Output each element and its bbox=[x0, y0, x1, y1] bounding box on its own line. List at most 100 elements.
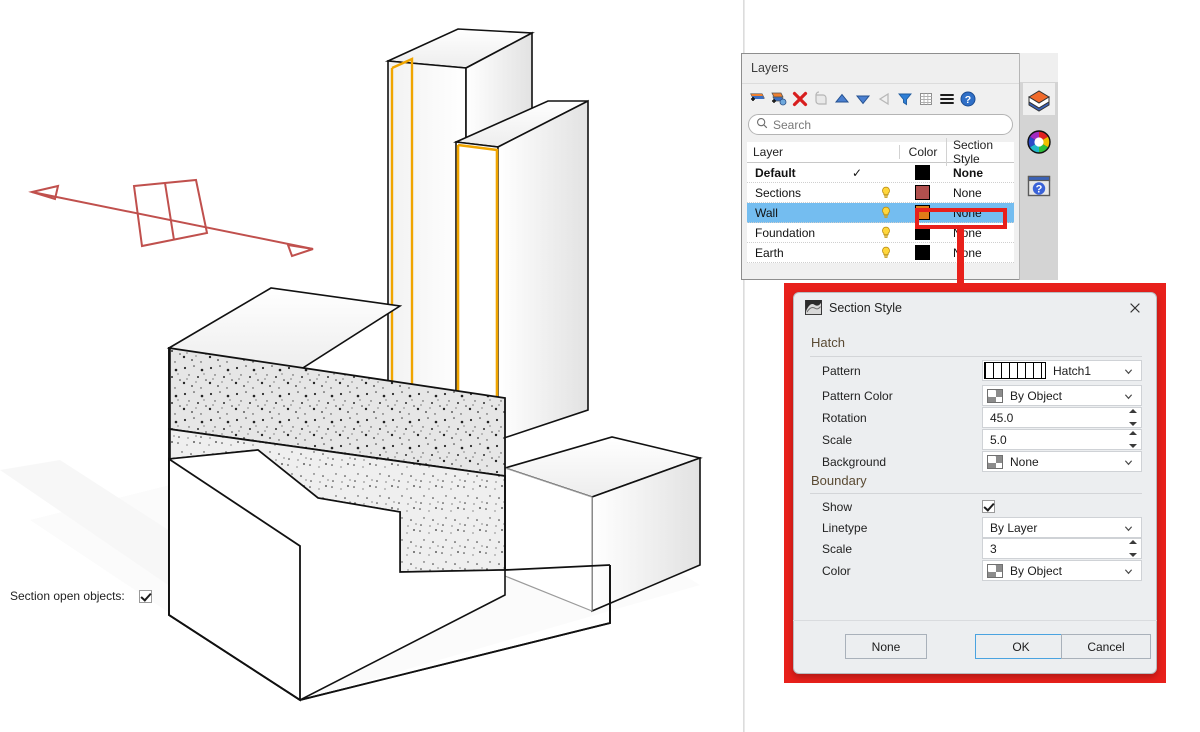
chevron-down-icon bbox=[1124, 390, 1133, 399]
layers-toolbar: ? bbox=[742, 85, 1013, 113]
table-row[interactable]: Sections None bbox=[747, 183, 1014, 203]
section-style-cell[interactable]: None bbox=[946, 166, 1014, 180]
label-rotation: Rotation bbox=[810, 411, 982, 425]
cancel-button[interactable]: Cancel bbox=[1061, 634, 1151, 659]
layer-name-cell[interactable]: Sections bbox=[747, 186, 842, 200]
section-open-objects-label: Section open objects: bbox=[10, 589, 125, 603]
linetype-value: By Layer bbox=[983, 521, 1037, 535]
layer-color-swatch[interactable] bbox=[899, 165, 946, 180]
section-plane-widget bbox=[32, 180, 313, 256]
layer-color-swatch[interactable] bbox=[899, 245, 946, 260]
pattern-color-combo[interactable]: By Object bbox=[982, 385, 1142, 406]
section-title-boundary: Boundary bbox=[811, 473, 867, 488]
label-boundary-scale: Scale bbox=[810, 542, 982, 556]
side-icon-strip: ? bbox=[1019, 82, 1058, 280]
search-input[interactable]: Search bbox=[748, 114, 1013, 135]
chevron-down-icon bbox=[1124, 456, 1133, 465]
layers-tab-icon[interactable] bbox=[1023, 83, 1055, 115]
layer-table-header: Layer Color Section Style bbox=[747, 142, 1014, 163]
pattern-color-value: By Object bbox=[1003, 389, 1062, 403]
rotation-input[interactable]: 45.0 bbox=[982, 407, 1142, 428]
boundary-color-combo[interactable]: By Object bbox=[982, 560, 1142, 581]
visibility-bulb-icon[interactable] bbox=[872, 186, 899, 200]
hatch-scale-value: 5.0 bbox=[983, 433, 1007, 447]
new-sublayer-icon[interactable] bbox=[769, 90, 788, 109]
search-placeholder: Search bbox=[773, 118, 811, 132]
layers-panel: Layers bbox=[741, 53, 1058, 280]
new-layer-icon[interactable] bbox=[748, 90, 767, 109]
close-icon[interactable] bbox=[1124, 297, 1146, 319]
field-row-pattern: Pattern Hatch1 bbox=[810, 360, 1142, 381]
background-value: None bbox=[1003, 455, 1039, 469]
section-open-objects-row: Section open objects: bbox=[10, 587, 350, 605]
visibility-bulb-icon[interactable] bbox=[872, 226, 899, 240]
callout-connector bbox=[957, 229, 964, 285]
column-header-layer[interactable]: Layer bbox=[747, 145, 842, 159]
wall-front bbox=[456, 101, 588, 440]
rotation-value: 45.0 bbox=[983, 411, 1013, 425]
visibility-bulb-icon[interactable] bbox=[872, 246, 899, 260]
color-swatch bbox=[915, 185, 930, 200]
none-button[interactable]: None bbox=[845, 634, 927, 659]
layer-name-cell[interactable]: Wall bbox=[747, 206, 842, 220]
model-drawing bbox=[0, 0, 745, 732]
layer-name-cell[interactable]: Default bbox=[747, 166, 842, 180]
collapse-icon bbox=[874, 90, 893, 109]
pattern-combo[interactable]: Hatch1 bbox=[982, 360, 1142, 381]
color-swatch-icon bbox=[987, 389, 1003, 403]
chevron-down-icon bbox=[1124, 365, 1133, 374]
label-hatch-scale: Scale bbox=[810, 433, 982, 447]
section-open-objects-checkbox[interactable] bbox=[139, 590, 152, 603]
layer-color-swatch[interactable] bbox=[899, 185, 946, 200]
color-wheel-icon[interactable] bbox=[1023, 126, 1055, 158]
field-row-hatch-scale: Scale 5.0 bbox=[810, 429, 1142, 450]
boundary-scale-stepper[interactable] bbox=[1126, 540, 1139, 557]
label-pattern-color: Pattern Color bbox=[810, 389, 982, 403]
rotation-stepper[interactable] bbox=[1126, 409, 1139, 426]
label-show: Show bbox=[810, 500, 982, 514]
dialog-title-bar[interactable]: Section Style bbox=[794, 293, 1156, 323]
current-layer-check[interactable]: ✓ bbox=[842, 166, 872, 180]
linetype-combo[interactable]: By Layer bbox=[982, 517, 1142, 538]
boundary-scale-input[interactable]: 3 bbox=[982, 538, 1142, 559]
3d-model-viewport[interactable] bbox=[0, 0, 745, 732]
show-checkbox[interactable] bbox=[982, 500, 995, 513]
move-down-icon[interactable] bbox=[853, 90, 872, 109]
divider-boundary bbox=[810, 493, 1142, 494]
svg-text:?: ? bbox=[964, 94, 970, 106]
hatch-scale-stepper[interactable] bbox=[1126, 431, 1139, 448]
layer-name-cell[interactable]: Foundation bbox=[747, 226, 842, 240]
field-row-boundary-color: Color By Object bbox=[810, 560, 1142, 581]
hatch-scale-input[interactable]: 5.0 bbox=[982, 429, 1142, 450]
filter-icon[interactable] bbox=[895, 90, 914, 109]
column-header-section-style[interactable]: Section Style bbox=[946, 138, 1014, 166]
color-swatch-icon bbox=[987, 564, 1003, 578]
background-combo[interactable]: None bbox=[982, 451, 1142, 472]
chevron-down-icon bbox=[1124, 522, 1133, 531]
column-header-color[interactable]: Color bbox=[899, 145, 946, 159]
table-row[interactable]: EarthNone bbox=[747, 243, 1014, 263]
field-row-linetype: Linetype By Layer bbox=[810, 517, 1142, 538]
section-style-cell-highlight bbox=[915, 208, 1007, 229]
delete-layer-icon[interactable] bbox=[790, 90, 809, 109]
field-row-show: Show bbox=[810, 496, 1142, 517]
help-icon[interactable]: ? bbox=[958, 90, 977, 109]
layer-table: Layer Color Section Style Default✓NoneSe… bbox=[747, 142, 1014, 263]
field-row-background: Background None bbox=[810, 451, 1142, 472]
label-linetype: Linetype bbox=[810, 521, 982, 535]
svg-text:?: ? bbox=[1036, 184, 1043, 196]
section-style-cell[interactable]: None bbox=[946, 186, 1014, 200]
dialog-title: Section Style bbox=[829, 301, 902, 315]
ok-button[interactable]: OK bbox=[975, 634, 1067, 659]
table-row[interactable]: Default✓ None bbox=[747, 163, 1014, 183]
menu-icon[interactable] bbox=[937, 90, 956, 109]
layer-name-cell[interactable]: Earth bbox=[747, 246, 842, 260]
help-panel-icon[interactable]: ? bbox=[1023, 170, 1055, 202]
layers-panel-header: Layers bbox=[742, 54, 1057, 84]
section-title-hatch: Hatch bbox=[811, 335, 845, 350]
move-up-icon[interactable] bbox=[832, 90, 851, 109]
divider-hatch bbox=[810, 356, 1142, 357]
visibility-bulb-icon[interactable] bbox=[872, 206, 899, 220]
dialog-footer-divider bbox=[793, 620, 1157, 621]
grid-icon[interactable] bbox=[916, 90, 935, 109]
